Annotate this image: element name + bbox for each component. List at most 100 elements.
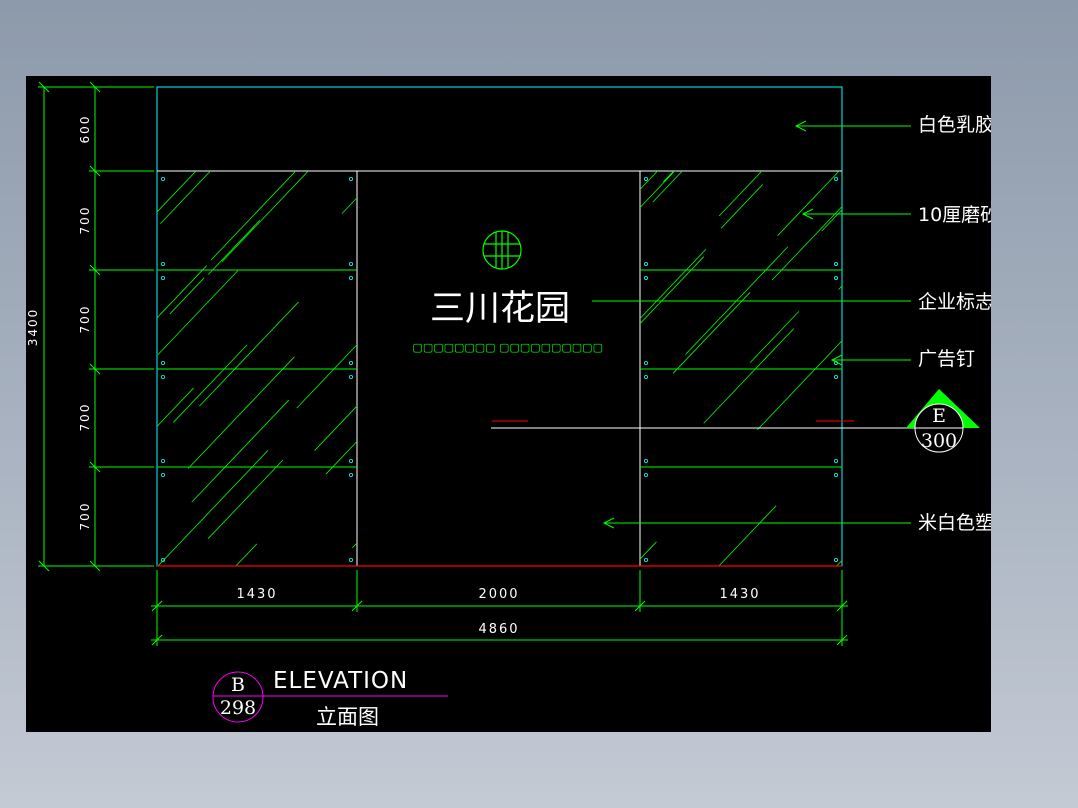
ad-nail (160, 472, 165, 477)
glass-hatch-line (296, 344, 357, 409)
ad-nail (644, 177, 649, 182)
ad-nail (160, 458, 165, 463)
dimension-row-height: 700 (78, 206, 92, 235)
dimension-row-height: 700 (78, 403, 92, 432)
glass-hatch-line (908, 448, 964, 507)
glass-hatch-line (652, 171, 683, 203)
glass-hatch-line (131, 579, 174, 624)
vertical-dimensions (38, 81, 154, 572)
annotation-ad-nail: 广告钉 (918, 348, 975, 370)
ad-nail (834, 374, 839, 379)
ad-nail (834, 261, 839, 266)
section-marker-letter: E (932, 405, 946, 427)
glass-hatch-line (341, 197, 357, 214)
elevation-title: ELEVATION (273, 668, 408, 694)
ad-nail (834, 275, 839, 280)
ad-nail (834, 177, 839, 182)
ad-nail (160, 177, 165, 182)
glass-hatch-line (199, 301, 299, 407)
ad-nail (834, 458, 839, 463)
glass-hatch-line (157, 450, 269, 566)
glass-hatch-line (544, 139, 651, 251)
glass-hatch-line (663, 171, 675, 183)
ad-nail (644, 261, 649, 266)
glass-hatch-line (640, 256, 705, 325)
glass-hatch-line (314, 405, 357, 451)
elevation-marker-number: 298 (220, 697, 256, 719)
ad-nail (644, 557, 649, 562)
ad-nail (160, 360, 165, 365)
glass-hatch-line (208, 219, 261, 275)
glass-hatch-line (640, 171, 676, 209)
glass-hatch-line (235, 543, 258, 566)
annotation-labels: 白色乳胶漆 10厘磨砂玻璃 企业标志 广告钉 米白色塑铝板 (918, 114, 991, 534)
horizontal-dimension-labels: 1430 2000 1430 4860 (236, 587, 760, 637)
glass-hatch-line (703, 328, 795, 424)
glass-hatch-line (771, 205, 842, 281)
ad-nail (160, 261, 165, 266)
ad-nail (348, 275, 353, 280)
ad-nail (160, 374, 165, 379)
vertical-dimension-labels: 3400 600 700 700 700 700 (26, 115, 92, 531)
ad-nail (644, 374, 649, 379)
glass-hatch-line (157, 270, 239, 355)
dimension-width-center: 2000 (478, 587, 519, 602)
glass-hatch-line (806, 570, 852, 619)
sign-text: 三川花园 (430, 289, 570, 329)
ad-nail (348, 557, 353, 562)
dimension-row-height: 600 (78, 115, 92, 144)
dimension-width-left: 1430 (236, 587, 277, 602)
ad-nail (348, 458, 353, 463)
annotation-company-logo: 企业标志 (918, 291, 991, 313)
glass-hatch-line (89, 594, 124, 630)
logo-emblem-icon (482, 230, 522, 270)
glass-hatch-line (187, 356, 295, 469)
ad-nail (644, 360, 649, 365)
glass-hatch-line (221, 171, 309, 262)
glass-hatch-line (777, 171, 840, 236)
ad-nail (348, 360, 353, 365)
ad-nail (834, 557, 839, 562)
glass-hatch-line (55, 561, 126, 635)
ad-nail (644, 472, 649, 477)
glass-hatch-line (169, 277, 205, 315)
glass-hatch-line (640, 171, 659, 191)
ad-nail (644, 275, 649, 280)
glass-hatch-line (423, 436, 530, 549)
glass-hatch-line (210, 171, 297, 261)
glass-hatch-line (836, 559, 842, 566)
elevation-subtitle: 立面图 (316, 705, 379, 729)
dimension-row-height: 700 (78, 305, 92, 334)
annotation-frosted-glass: 10厘磨砂玻璃 (918, 204, 991, 226)
ad-nail (834, 472, 839, 477)
elevation-marker-letter: B (231, 674, 245, 696)
ad-nail (348, 374, 353, 379)
glass-hatch-line (528, 470, 568, 512)
glass-hatch-line (428, 558, 467, 599)
glass-hatch-line (157, 171, 197, 213)
sign-subtext-1: ▢▢▢▢▢▢▢▢ (412, 341, 495, 354)
ad-nail (644, 458, 649, 463)
annotation-aluminum-panel: 米白色塑铝板 (918, 512, 991, 534)
glass-hatch-line (157, 265, 207, 318)
ad-nail (160, 275, 165, 280)
left-glass-hatch (54, 171, 530, 635)
glass-hatch-line (844, 283, 898, 340)
dimension-width-right: 1430 (719, 587, 760, 602)
glass-hatch-line (399, 342, 476, 423)
annotation-white-latex-paint: 白色乳胶漆 (918, 114, 991, 136)
section-marker-number: 300 (921, 430, 957, 452)
glass-hatch-line (672, 292, 751, 374)
glass-hatch-line (749, 311, 800, 363)
glass-hatch-line (173, 344, 248, 423)
section-marker: E 300 (906, 389, 980, 453)
glass-hatch-line (916, 570, 951, 606)
dimension-row-height: 700 (78, 502, 92, 531)
glass-hatch-line (887, 89, 991, 208)
glass-hatch-line (54, 529, 130, 608)
elevation-title-block: B 298 ELEVATION 立面图 (212, 668, 448, 729)
glass-hatch-line (718, 505, 777, 566)
glass-hatch-line (352, 542, 357, 549)
glass-hatch-line (160, 171, 212, 224)
glass-hatch-line (640, 541, 657, 560)
